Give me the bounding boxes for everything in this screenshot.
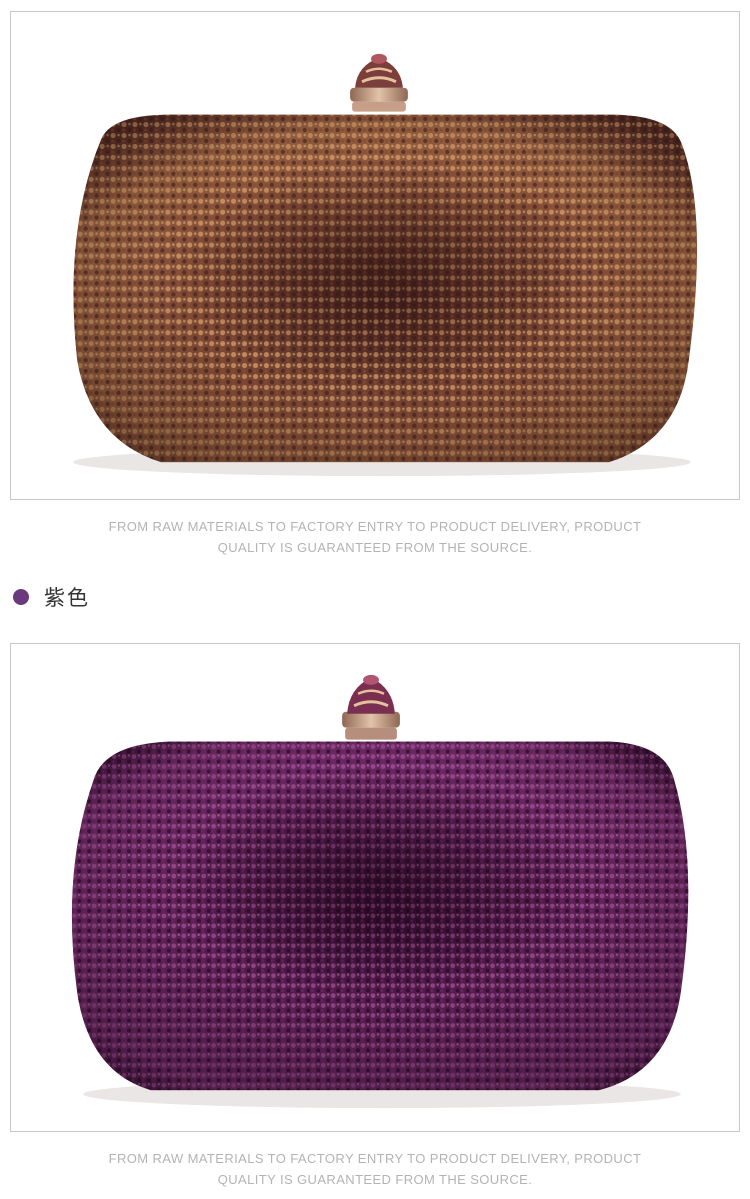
caption-line: QUALITY IS GUARANTEED FROM THE SOURCE. — [217, 540, 533, 555]
color-option-label: 紫色 — [44, 586, 90, 610]
caption-line: FROM RAW MATERIALS TO FACTORY ENTRY TO P… — [108, 519, 642, 534]
product-photo-purple — [10, 643, 740, 1132]
color-swatch-dot — [13, 589, 29, 605]
product-photo-brown — [10, 11, 740, 500]
clasp-icon — [342, 674, 400, 740]
quality-caption: FROM RAW MATERIALS TO FACTORY ENTRY TO P… — [0, 1148, 750, 1190]
caption-line: QUALITY IS GUARANTEED FROM THE SOURCE. — [217, 1172, 533, 1187]
caption-line: FROM RAW MATERIALS TO FACTORY ENTRY TO P… — [108, 1151, 642, 1166]
quality-caption: FROM RAW MATERIALS TO FACTORY ENTRY TO P… — [0, 516, 750, 558]
color-option-purple: 紫色 — [13, 583, 90, 611]
clasp-icon — [350, 53, 408, 112]
clutch-bag-brown-image — [73, 53, 698, 477]
clutch-bag-purple-image — [71, 674, 689, 1109]
